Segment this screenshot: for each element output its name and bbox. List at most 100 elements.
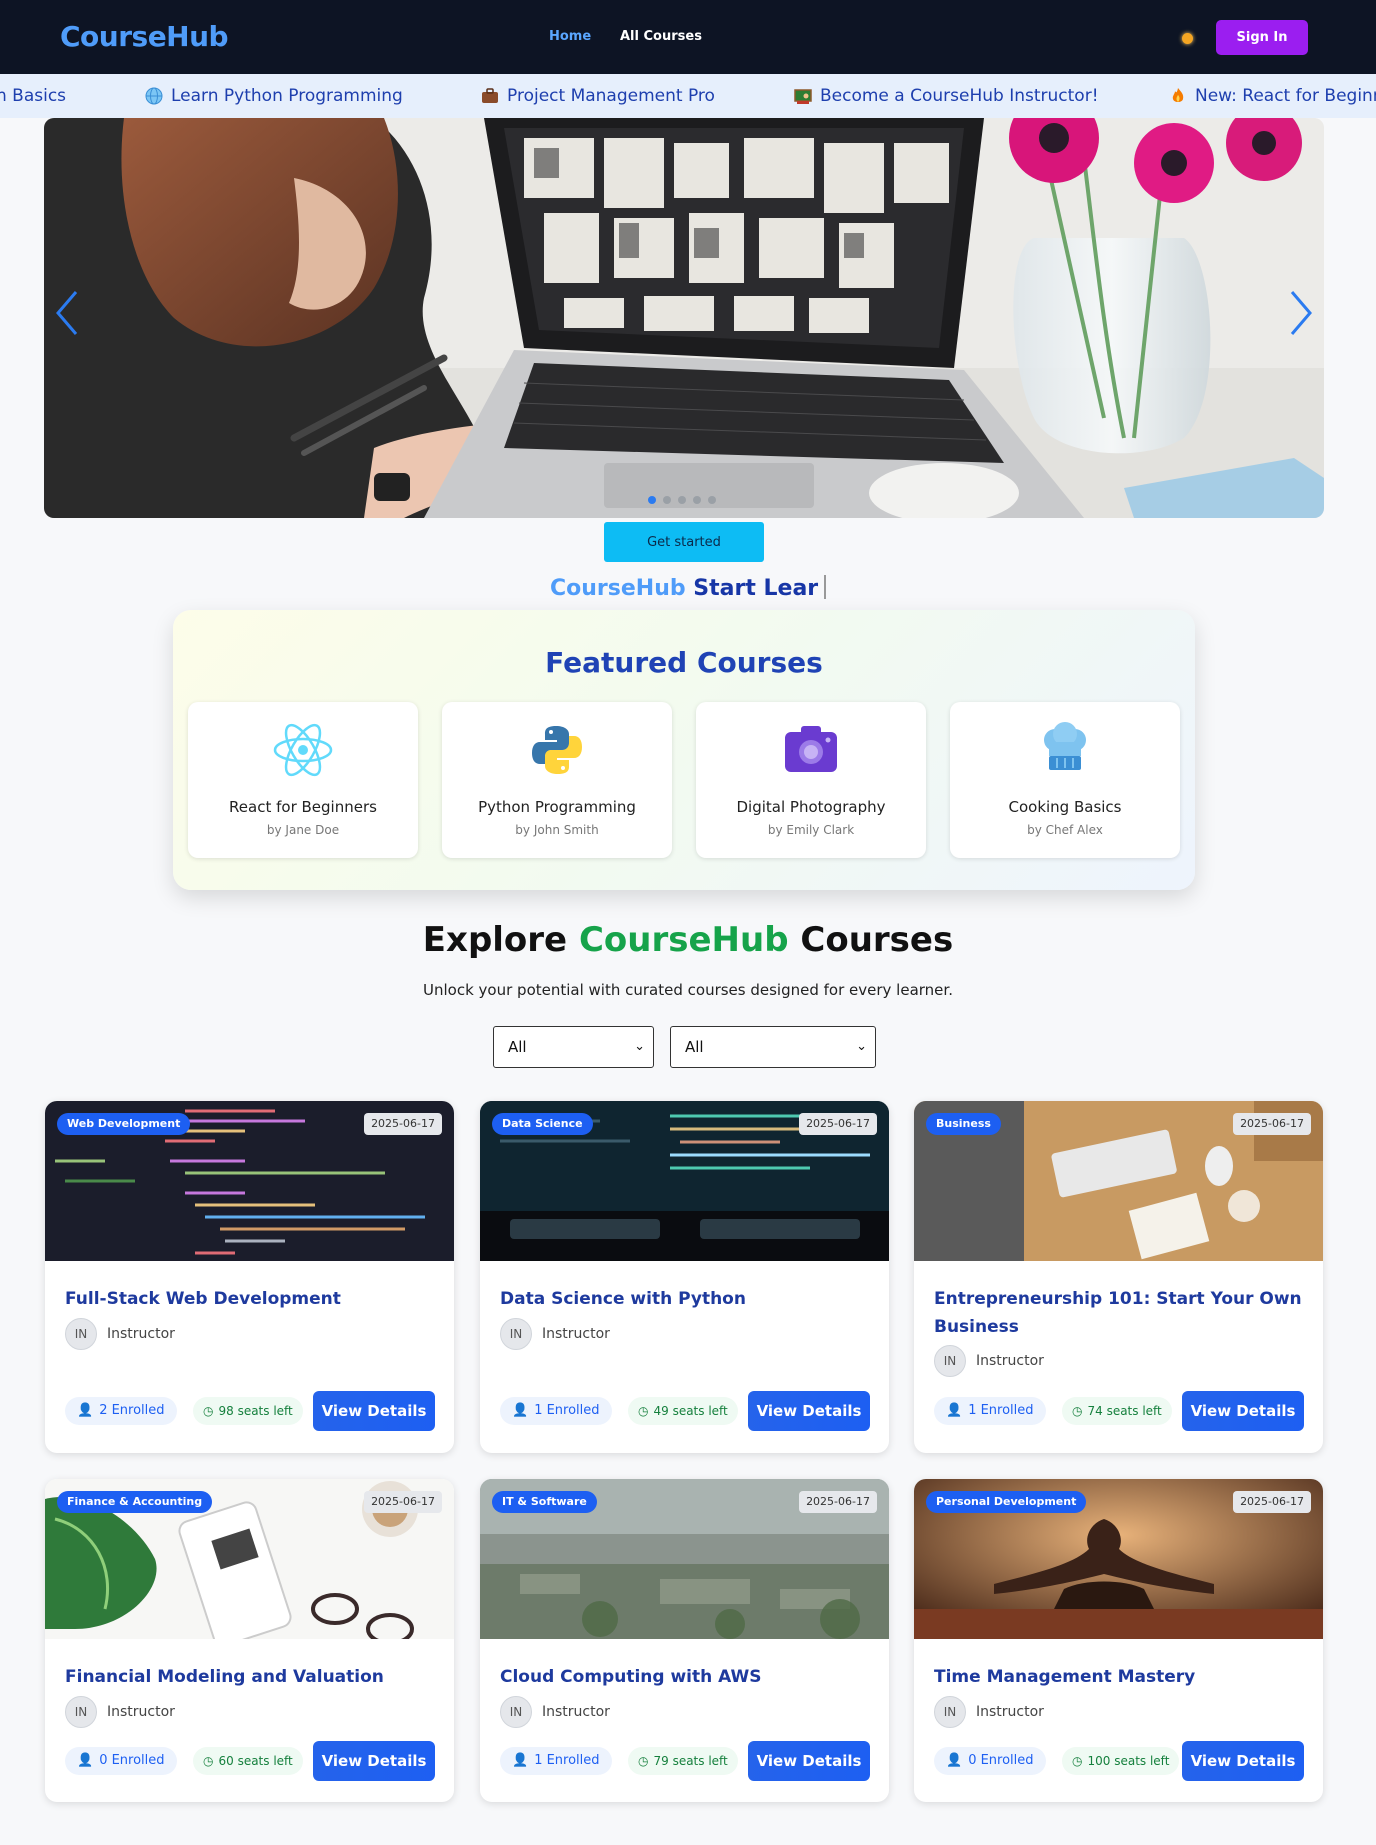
course-card[interactable]: Business 2025-06-17 Entrepreneurship 101… [914,1101,1323,1453]
explore-title-pre: Explore [422,920,568,960]
briefcase-icon [482,88,498,103]
seats-badge: ◷ 98 seats left [193,1397,303,1425]
course-category-badge: Data Science [492,1113,593,1135]
avatar: IN [500,1318,532,1350]
course-category-badge: IT & Software [492,1491,597,1513]
nav-all-courses[interactable]: All Courses [620,29,702,44]
ticker-item[interactable]: Project Management Pro [481,86,715,106]
featured-card[interactable]: React for Beginners by Jane Doe [188,702,418,858]
view-details-button[interactable]: View Details [313,1391,435,1431]
teacher-icon [794,89,812,104]
carousel-dot[interactable] [663,496,671,504]
typing-caret [824,575,827,599]
hero-carousel[interactable] [44,118,1324,518]
instructor-label: Instructor [542,1704,610,1720]
featured-card[interactable]: Python Programming by John Smith [442,702,672,858]
course-card[interactable]: Web Development 2025-06-17 Full-Stack We… [45,1101,454,1453]
carousel-dot[interactable] [708,496,716,504]
course-title[interactable]: Data Science with Python [500,1285,870,1313]
ticker-item[interactable]: New: React for Beginn [1169,86,1376,106]
carousel-pagination [648,496,716,504]
clock-icon: ◷ [1072,1404,1083,1418]
course-title[interactable]: Full-Stack Web Development [65,1285,435,1313]
explore-title-brand: CourseHub [578,920,789,960]
seats-left: 74 seats left [1087,1404,1162,1418]
enrolled-count: 1 Enrolled [534,1753,600,1768]
ticker-item[interactable]: Become a CourseHub Instructor! [794,86,1099,106]
user-icon: 👤 [77,1403,94,1418]
ticker-label: New: React for Beginn [1195,86,1376,106]
instructor-label: Instructor [107,1326,175,1342]
course-instructor: IN Instructor [65,1318,175,1350]
clock-icon: ◷ [638,1404,649,1418]
nav-home[interactable]: Home [549,29,591,44]
course-instructor: IN Instructor [934,1696,1044,1728]
ticker-item[interactable]: n Basics [0,86,66,106]
view-details-button[interactable]: View Details [1182,1391,1304,1431]
featured-course-author: by Emily Clark [767,823,855,837]
typed-text: Start Lear [693,576,819,601]
carousel-dot[interactable] [693,496,701,504]
featured-card[interactable]: Digital Photography by Emily Clark [696,702,926,858]
brand-logo[interactable]: CourseHub [60,20,229,53]
seats-badge: ◷ 100 seats left [1062,1747,1180,1775]
secondary-filter-value: All [685,1038,704,1056]
featured-course-name: Python Programming [478,798,636,816]
view-details-button[interactable]: View Details [313,1741,435,1781]
typed-tagline: CourseHub Start Lear [550,575,827,601]
course-card[interactable]: Data Science 2025-06-17 Data Science wit… [480,1101,889,1453]
view-details-button[interactable]: View Details [748,1391,870,1431]
view-details-button[interactable]: View Details [1182,1741,1304,1781]
avatar: IN [65,1696,97,1728]
course-category-badge: Business [926,1113,1001,1135]
course-card[interactable]: Finance & Accounting 2025-06-17 Financia… [45,1479,454,1802]
category-filter-select[interactable]: All ⌄ [493,1026,654,1068]
featured-course-name: Cooking Basics [1008,798,1122,816]
course-title[interactable]: Cloud Computing with AWS [500,1663,870,1691]
course-date-badge: 2025-06-17 [1233,1491,1311,1513]
seats-left: 98 seats left [218,1404,293,1418]
featured-course-author: by Jane Doe [266,823,340,837]
featured-course-name: Digital Photography [736,798,886,816]
course-instructor: IN Instructor [934,1345,1044,1377]
course-title[interactable]: Time Management Mastery [934,1663,1304,1691]
course-title[interactable]: Entrepreneurship 101: Start Your Own Bus… [934,1285,1304,1341]
course-title[interactable]: Financial Modeling and Valuation [65,1663,435,1691]
ticker-label: Learn Python Programming [171,86,403,106]
featured-courses-section: Featured Courses React for Beginners by … [173,610,1195,890]
seats-left: 60 seats left [218,1754,293,1768]
featured-course-author: by John Smith [515,823,599,837]
course-instructor: IN Instructor [65,1696,175,1728]
ticker-label: n Basics [0,86,67,106]
avatar: IN [500,1696,532,1728]
instructor-label: Instructor [976,1353,1044,1369]
view-details-button[interactable]: View Details [748,1741,870,1781]
featured-card[interactable]: Cooking Basics by Chef Alex [950,702,1180,858]
course-date-badge: 2025-06-17 [799,1113,877,1135]
enrolled-count: 2 Enrolled [99,1403,165,1418]
clock-icon: ◷ [1072,1754,1083,1768]
top-navbar: CourseHub Home All Courses Sign In [0,0,1376,74]
carousel-next-button[interactable] [1286,288,1316,338]
get-started-button[interactable]: Get started [604,522,764,562]
carousel-dot[interactable] [648,496,656,504]
course-card[interactable]: Personal Development 2025-06-17 Time Man… [914,1479,1323,1802]
python-icon [532,726,582,774]
typed-brand: CourseHub [550,576,686,601]
featured-course-author: by Chef Alex [1027,823,1103,837]
secondary-filter-select[interactable]: All ⌄ [670,1026,876,1068]
instructor-label: Instructor [107,1704,175,1720]
user-icon: 👤 [946,1753,963,1768]
seats-left: 79 seats left [653,1754,728,1768]
course-date-badge: 2025-06-17 [1233,1113,1311,1135]
carousel-dot[interactable] [678,496,686,504]
sign-in-button[interactable]: Sign In [1216,20,1308,55]
instructor-label: Instructor [976,1704,1044,1720]
ticker-item[interactable]: Learn Python Programming [145,86,403,106]
course-card[interactable]: IT & Software 2025-06-17 Cloud Computing… [480,1479,889,1802]
course-instructor: IN Instructor [500,1318,610,1350]
carousel-prev-button[interactable] [52,288,82,338]
enrolled-badge: 👤 1 Enrolled [500,1747,612,1775]
seats-badge: ◷ 79 seats left [628,1747,738,1775]
theme-toggle-sun-icon[interactable] [1182,33,1193,44]
